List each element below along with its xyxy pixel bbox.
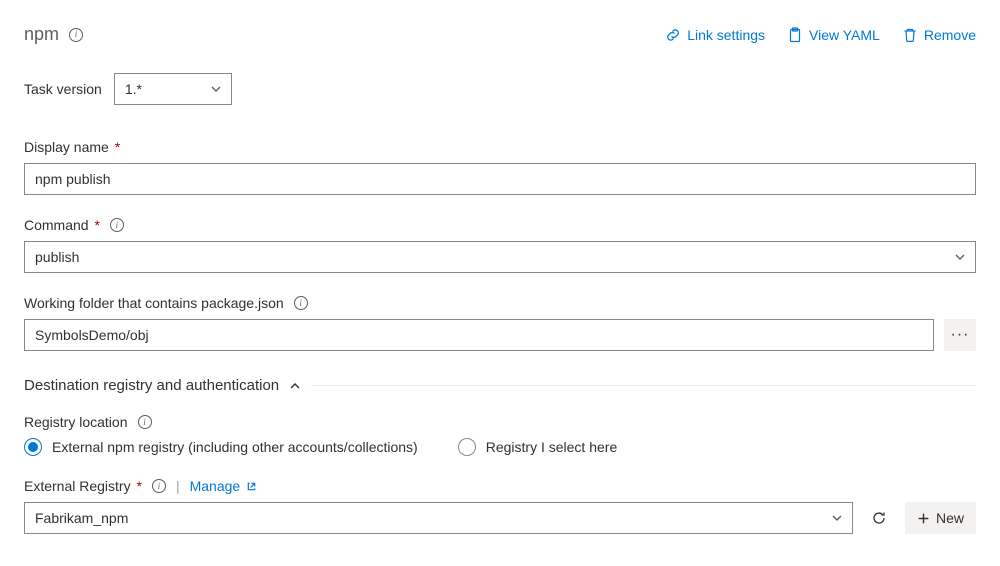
clipboard-icon [787, 27, 803, 43]
radio-select-here-label: Registry I select here [486, 439, 618, 455]
external-link-icon [246, 481, 257, 492]
info-icon[interactable]: i [138, 415, 152, 429]
command-select-wrap: publish [24, 241, 976, 273]
remove-button[interactable]: Remove [902, 27, 976, 43]
required-asterisk: * [133, 478, 142, 494]
registry-location-radio-group: External npm registry (including other a… [24, 438, 976, 456]
header-left: npm i [24, 24, 83, 45]
required-asterisk: * [111, 139, 120, 155]
link-settings-label: Link settings [687, 27, 765, 43]
divider-pipe: | [176, 478, 180, 494]
radio-select-here[interactable]: Registry I select here [458, 438, 618, 456]
trash-icon [902, 27, 918, 43]
task-title: npm [24, 24, 59, 45]
radio-external-label: External npm registry (including other a… [52, 439, 418, 455]
working-folder-field: Working folder that contains package.jso… [24, 295, 976, 351]
link-icon [665, 27, 681, 43]
external-registry-label-text: External Registry [24, 478, 131, 494]
browse-button[interactable]: ··· [944, 319, 976, 351]
registry-location-label: Registry location [24, 414, 128, 430]
registry-location-label-row: Registry location i [24, 414, 976, 430]
radio-dot-icon [28, 442, 38, 452]
working-folder-input-row: ··· [24, 319, 976, 351]
plus-icon [917, 512, 930, 525]
section-divider [311, 385, 976, 386]
external-registry-label: External Registry * [24, 478, 142, 494]
task-version-label: Task version [24, 81, 102, 97]
remove-label: Remove [924, 27, 976, 43]
ellipsis-icon: ··· [951, 326, 970, 344]
info-icon[interactable]: i [152, 479, 166, 493]
radio-circle-icon [24, 438, 42, 456]
link-settings-button[interactable]: Link settings [665, 27, 765, 43]
display-name-input[interactable] [24, 163, 976, 195]
refresh-button[interactable] [863, 502, 895, 534]
display-name-label-text: Display name [24, 139, 109, 155]
command-label-row: Command * i [24, 217, 976, 233]
task-version-row: Task version 1.* [24, 73, 976, 105]
external-registry-label-row: External Registry * i | Manage [24, 478, 976, 494]
section-title: Destination registry and authentication [24, 377, 279, 394]
command-field: Command * i publish [24, 217, 976, 273]
info-icon[interactable]: i [69, 28, 83, 42]
command-label-text: Command [24, 217, 89, 233]
task-version-select[interactable]: 1.* [114, 73, 232, 105]
view-yaml-label: View YAML [809, 27, 880, 43]
view-yaml-button[interactable]: View YAML [787, 27, 880, 43]
external-registry-select[interactable]: Fabrikam_npm [24, 502, 853, 534]
manage-link[interactable]: Manage [190, 478, 258, 494]
command-select[interactable]: publish [24, 241, 976, 273]
new-button-label: New [936, 510, 964, 526]
radio-circle-icon [458, 438, 476, 456]
header-actions: Link settings View YAML Remove [665, 27, 976, 43]
external-registry-select-wrap: Fabrikam_npm [24, 502, 853, 534]
task-header: npm i Link settings View YAML Remove [24, 24, 976, 45]
new-button[interactable]: New [905, 502, 976, 534]
manage-link-text: Manage [190, 478, 241, 494]
registry-location-field: Registry location i External npm registr… [24, 414, 976, 456]
external-registry-input-row: Fabrikam_npm New [24, 502, 976, 534]
display-name-field: Display name * [24, 139, 976, 195]
external-registry-field: External Registry * i | Manage Fabrikam_… [24, 478, 976, 534]
working-folder-label-row: Working folder that contains package.jso… [24, 295, 976, 311]
command-label: Command * [24, 217, 100, 233]
refresh-icon [871, 510, 887, 526]
info-icon[interactable]: i [294, 296, 308, 310]
chevron-up-icon [289, 380, 301, 392]
working-folder-label: Working folder that contains package.jso… [24, 295, 284, 311]
section-header[interactable]: Destination registry and authentication [24, 377, 976, 394]
radio-external-registry[interactable]: External npm registry (including other a… [24, 438, 418, 456]
required-asterisk: * [91, 217, 100, 233]
info-icon[interactable]: i [110, 218, 124, 232]
display-name-label: Display name * [24, 139, 120, 155]
working-folder-input[interactable] [24, 319, 934, 351]
task-version-select-wrap: 1.* [114, 73, 232, 105]
display-name-label-row: Display name * [24, 139, 976, 155]
